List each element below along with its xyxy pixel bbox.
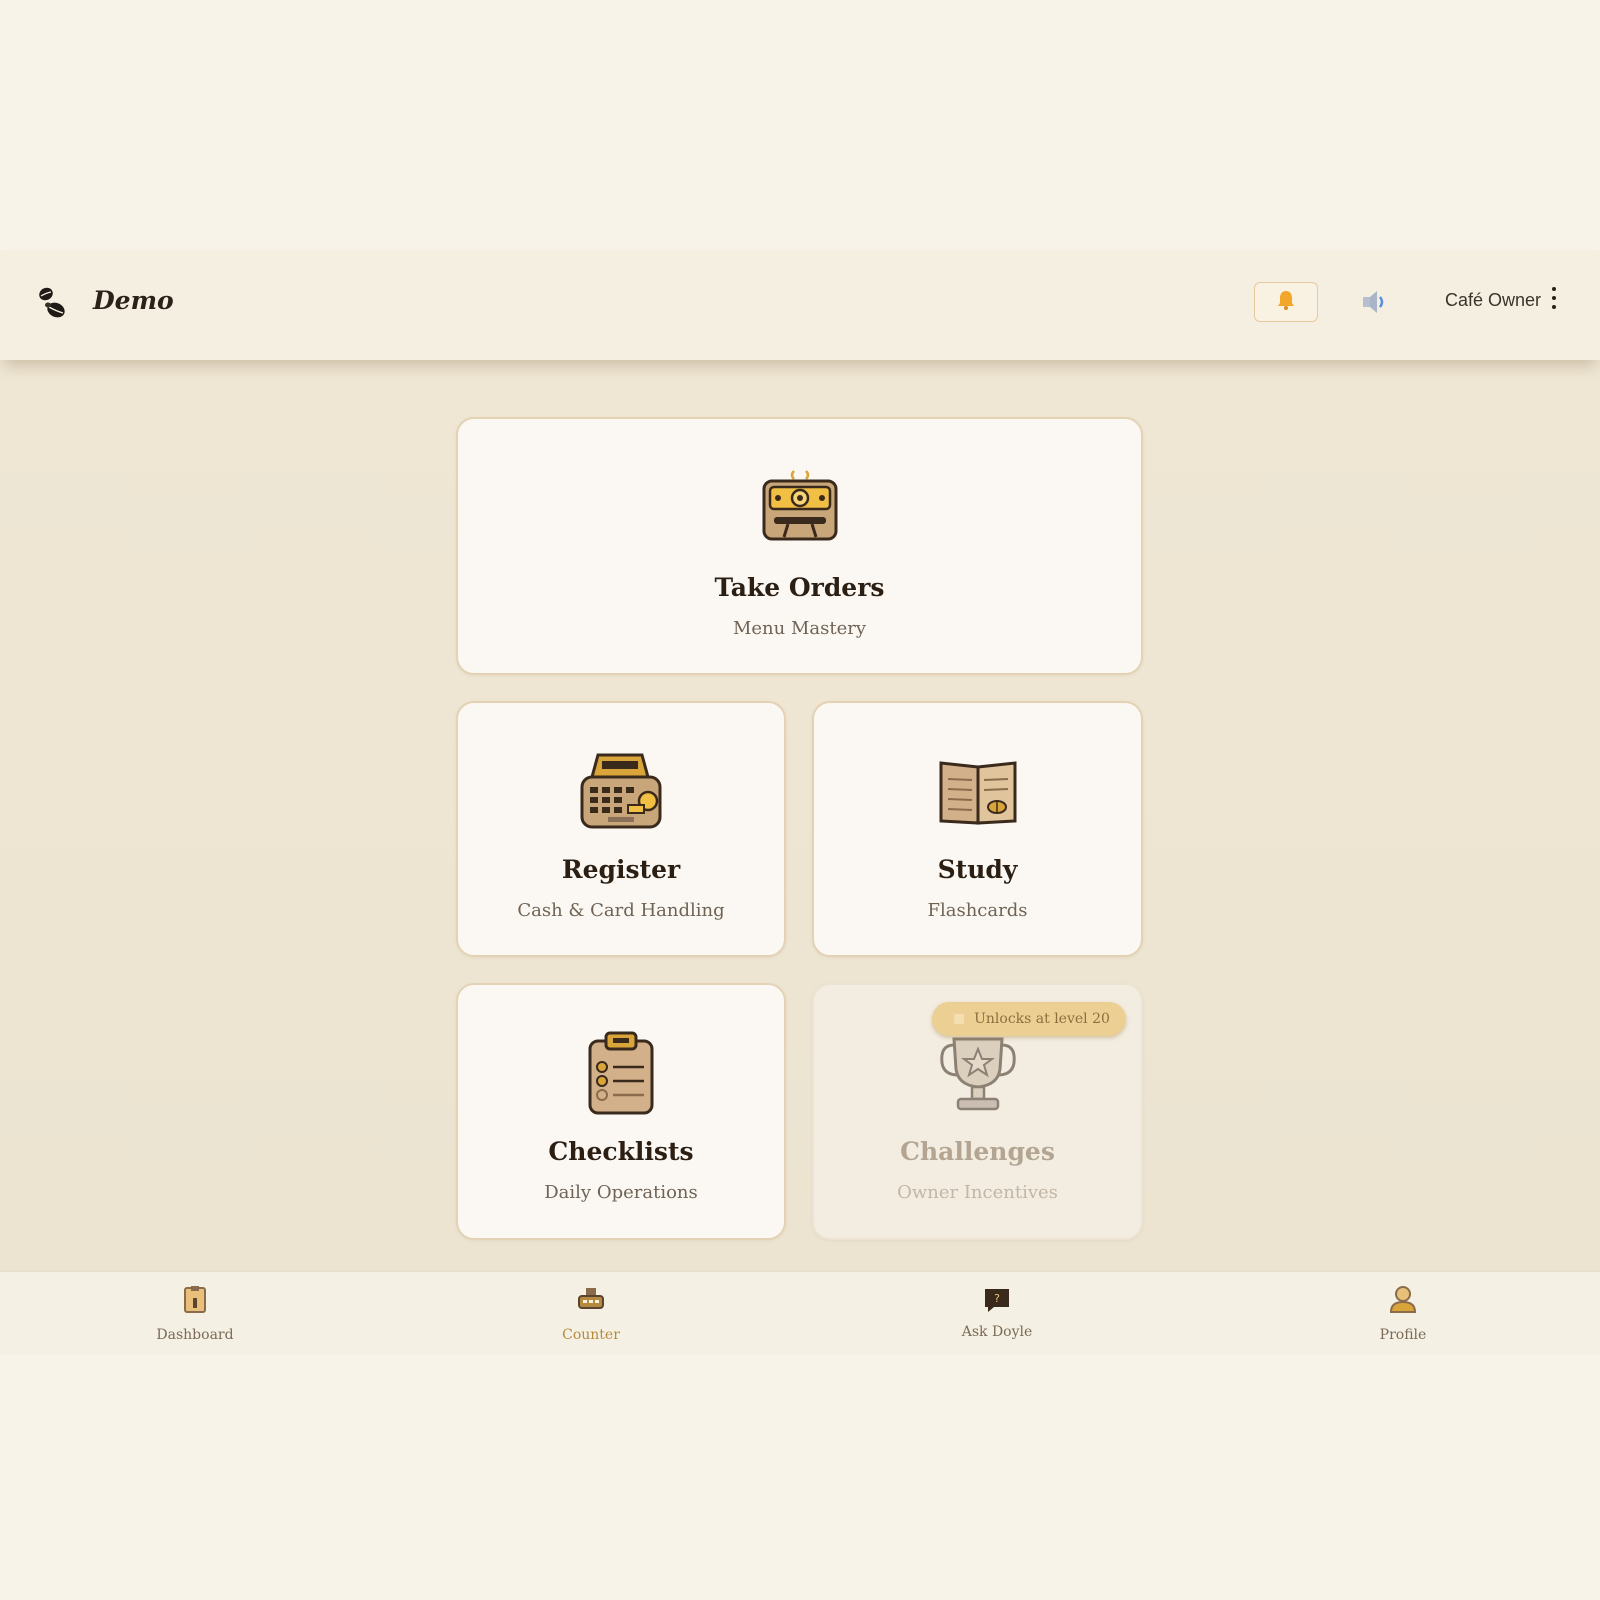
bell-icon: [1274, 288, 1298, 316]
svg-text:?: ?: [994, 1292, 1000, 1305]
clipboard-checklist-icon: [586, 1031, 656, 1115]
nav-label: Counter: [562, 1327, 620, 1343]
challenges-card[interactable]: Unlocks at level 20 Challenges Owner Inc…: [812, 983, 1143, 1240]
chat-icon: ?: [982, 1284, 1012, 1314]
card-title: Register: [561, 855, 681, 884]
study-card[interactable]: Study Flashcards: [812, 701, 1143, 957]
counter-icon: [576, 1284, 606, 1314]
cash-register-icon: [578, 751, 664, 831]
user-role-label[interactable]: Café Owner: [1445, 290, 1541, 311]
app-header: Demo Café Owner: [0, 250, 1600, 360]
card-subtitle: Daily Operations: [544, 1182, 698, 1203]
profile-icon: [1388, 1284, 1418, 1314]
top-blank-area: [0, 0, 1600, 250]
register-card[interactable]: Register Cash & Card Handling: [456, 701, 786, 957]
notifications-button[interactable]: [1254, 282, 1318, 322]
card-title: Challenges: [900, 1137, 1055, 1166]
badge-text: Unlocks at level 20: [974, 1011, 1110, 1027]
unlock-level-badge: Unlocks at level 20: [932, 1002, 1126, 1036]
kebab-menu-icon[interactable]: [1550, 287, 1558, 315]
nav-label: Dashboard: [156, 1327, 234, 1343]
nav-item-profile[interactable]: Profile: [1343, 1272, 1463, 1357]
card-subtitle: Menu Mastery: [732, 618, 867, 639]
card-subtitle: Flashcards: [927, 900, 1028, 921]
lock-icon: [954, 1014, 965, 1024]
card-subtitle: Owner Incentives: [897, 1182, 1058, 1203]
card-subtitle: Cash & Card Handling: [517, 900, 725, 921]
checklists-card[interactable]: Checklists Daily Operations: [456, 983, 786, 1240]
card-title: Take Orders: [714, 573, 885, 602]
speaker-icon: [1360, 291, 1390, 322]
nav-label: Profile: [1379, 1327, 1427, 1343]
dashboard-icon: [180, 1284, 210, 1314]
brand-name: Demo: [93, 286, 174, 315]
nav-item-counter[interactable]: Counter: [531, 1272, 651, 1357]
nav-label: Ask Doyle: [961, 1324, 1033, 1340]
open-book-icon: [937, 759, 1019, 827]
nav-item-ask-doyle[interactable]: ? Ask Doyle: [937, 1272, 1057, 1357]
nav-item-dashboard[interactable]: Dashboard: [135, 1272, 255, 1357]
coffee-beans-icon[interactable]: [34, 282, 74, 326]
order-terminal-icon: [760, 465, 840, 545]
app-page: Demo Café Owner Take Orders Menu Mastery…: [0, 0, 1600, 1600]
trophy-icon: [938, 1025, 1018, 1113]
card-title: Checklists: [548, 1137, 694, 1166]
sound-toggle-button[interactable]: [1360, 286, 1390, 318]
bottom-blank-area: [0, 1355, 1600, 1600]
main-content: Take Orders Menu Mastery Register Cash &…: [0, 360, 1600, 1270]
bottom-navigation: Dashboard Counter ? Ask Doyle Profile: [0, 1270, 1600, 1355]
card-title: Study: [937, 855, 1018, 884]
take-orders-card[interactable]: Take Orders Menu Mastery: [456, 417, 1143, 675]
